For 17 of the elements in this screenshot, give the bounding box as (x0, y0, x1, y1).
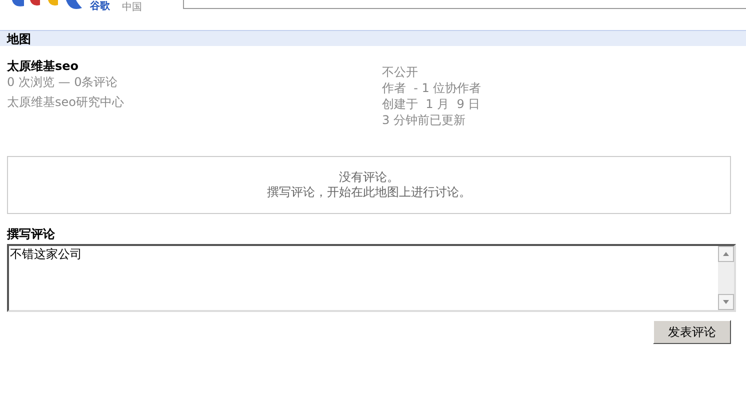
compose-heading: 撰写评论 (7, 226, 56, 242)
logo-subtitle: 谷歌 (90, 1, 110, 13)
region-label: 中国 (122, 3, 142, 13)
section-title: 地图 (7, 32, 31, 44)
scroll-down-icon[interactable] (718, 294, 734, 310)
scrollbar[interactable] (718, 246, 734, 310)
empty-comments-message: 没有评论。 (339, 170, 399, 185)
updated-time: 3 分钟前已更新 (382, 112, 466, 128)
scroll-up-icon[interactable] (718, 246, 734, 262)
map-title: 太原维基seo (7, 58, 80, 74)
created-date: 创建于 1 月 9 日 (382, 96, 482, 112)
post-comment-button[interactable]: 发表评论 (653, 320, 731, 344)
map-description: 太原维基seo研究中心 (7, 94, 125, 110)
empty-comments-message: 撰写评论，开始在此地图上进行讨论。 (267, 185, 471, 200)
visibility-label: 不公开 (382, 64, 419, 80)
map-stats: 0 次浏览 — 0条评论 (7, 74, 119, 90)
author-info: 作者 - 1 位协作者 (382, 80, 482, 96)
